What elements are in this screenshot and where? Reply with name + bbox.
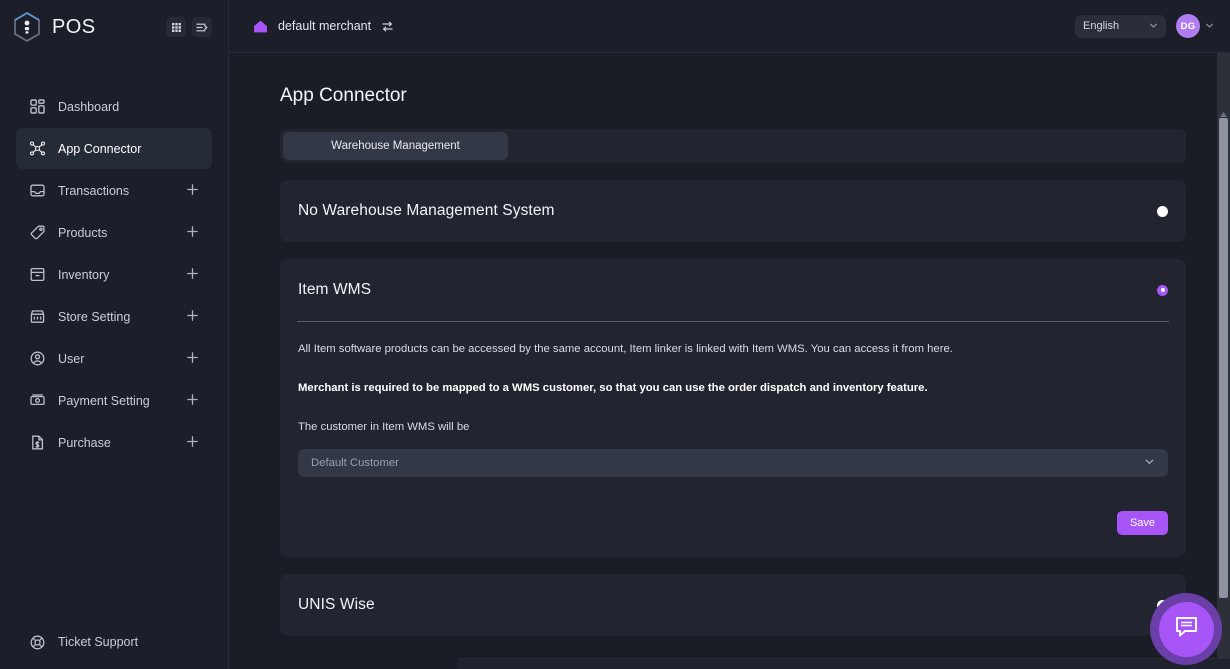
chat-widget [1150,593,1222,665]
merchant-name: default merchant [278,19,371,33]
sidebar-item-label: Transactions [58,184,174,198]
collapse-sidebar-button[interactable] [192,17,212,37]
sidebar-item-products[interactable]: Products [16,212,212,253]
vertical-scrollbar[interactable] [1217,53,1230,669]
app-root: POS [0,0,1230,669]
avatar: DG [1176,14,1200,38]
inbox-icon [29,182,46,199]
card-header[interactable]: UNIS Wise [298,574,1168,636]
tab-warehouse-management[interactable]: Warehouse Management [283,132,508,160]
sidebar-item-dashboard[interactable]: Dashboard [16,86,212,127]
sidebar-item-inventory[interactable]: Inventory [16,254,212,295]
topbar: default merchant English [229,0,1230,53]
sidebar-nav: Dashboard App Connector [0,86,228,463]
sidebar-item-label: Purchase [58,436,174,450]
chevron-down-icon [1149,17,1158,35]
brand-header: POS [0,0,228,54]
content-area: App Connector Warehouse Management No Wa… [229,53,1230,669]
info-paragraph-1: All Item software products can be access… [298,342,1168,358]
sidebar-item-payment-setting[interactable]: Payment Setting [16,380,212,421]
chevron-down-icon [1205,17,1214,35]
lifebuoy-icon [29,634,46,651]
invoice-icon [29,434,46,451]
merchant-selector[interactable]: default merchant [253,19,394,34]
card-title: UNIS Wise [298,596,375,614]
info-paragraph-2: Merchant is required to be mapped to a W… [298,381,1168,397]
sidebar-item-transactions[interactable]: Transactions [16,170,212,211]
card-title: Item WMS [298,281,371,299]
sidebar-footer: Ticket Support [0,623,228,661]
sidebar-item-ticket-support[interactable]: Ticket Support [16,623,212,661]
sidebar: POS [0,0,229,669]
chat-button[interactable] [1159,602,1214,657]
language-select[interactable]: English [1075,15,1166,38]
expand-plus-icon[interactable] [186,225,199,241]
tag-icon [29,224,46,241]
hexagon-user-logo [10,10,44,44]
sidebar-item-label: Products [58,226,174,240]
sidebar-item-store-setting[interactable]: Store Setting [16,296,212,337]
user-menu[interactable]: DG [1176,14,1214,38]
dashboard-icon [29,98,46,115]
sidebar-item-label: Inventory [58,268,174,282]
radio-item-wms[interactable] [1157,285,1168,296]
card-no-warehouse-management-system[interactable]: No Warehouse Management System [280,180,1186,242]
expand-plus-icon[interactable] [186,351,199,367]
expand-plus-icon[interactable] [186,393,199,409]
page-title: App Connector [280,85,1186,107]
expand-plus-icon[interactable] [186,267,199,283]
sidebar-item-label: Store Setting [58,310,174,324]
sidebar-item-purchase[interactable]: Purchase [16,422,212,463]
list-collapse-icon [196,22,208,33]
card-item-wms: Item WMS All Item software products can … [280,259,1186,557]
archive-box-icon [29,266,46,283]
connector-nodes-icon [29,140,46,157]
card-header[interactable]: No Warehouse Management System [298,180,1168,242]
customer-select[interactable]: Default Customer [298,449,1168,477]
scroll-up-arrow-icon[interactable] [1219,110,1228,118]
tab-label: Warehouse Management [331,140,460,152]
swap-merchant-icon[interactable] [381,20,394,33]
expand-plus-icon[interactable] [186,309,199,325]
expand-plus-icon[interactable] [186,183,199,199]
card-body: All Item software products can be access… [298,322,1168,557]
user-circle-icon [29,350,46,367]
card-header[interactable]: Item WMS [298,259,1168,321]
banknote-icon [29,392,46,409]
sidebar-item-user[interactable]: User [16,338,212,379]
save-button[interactable]: Save [1117,511,1168,535]
radio-no-warehouse-management-system[interactable] [1157,206,1168,217]
scrollbar-thumb[interactable] [1219,118,1228,598]
chevron-down-icon [1144,454,1155,472]
tab-bar: Warehouse Management [280,129,1186,163]
storefront-icon [29,308,46,325]
card-unis-wise[interactable]: UNIS Wise [280,574,1186,636]
sidebar-item-label: Payment Setting [58,394,174,408]
card-actions: Save [298,511,1168,535]
info-paragraph-3: The customer in Item WMS will be [298,420,1168,436]
brand-name: POS [52,16,95,39]
sidebar-item-app-connector[interactable]: App Connector [16,128,212,169]
home-icon [253,19,268,34]
topbar-right: English DG [1075,14,1214,38]
main-area: default merchant English [229,0,1230,669]
grid-icon [171,22,182,33]
sidebar-item-label: Dashboard [58,100,199,114]
sidebar-item-label: App Connector [58,142,199,156]
expand-plus-icon[interactable] [186,435,199,451]
sidebar-item-label: User [58,352,174,366]
chat-bubble-icon [1173,613,1200,645]
sidebar-item-label: Ticket Support [58,635,199,649]
language-value: English [1083,20,1149,32]
bottom-strip [458,658,1230,669]
card-title: No Warehouse Management System [298,202,555,220]
brand-tools [166,17,228,37]
customer-select-placeholder: Default Customer [311,457,1144,469]
grid-view-button[interactable] [166,17,186,37]
